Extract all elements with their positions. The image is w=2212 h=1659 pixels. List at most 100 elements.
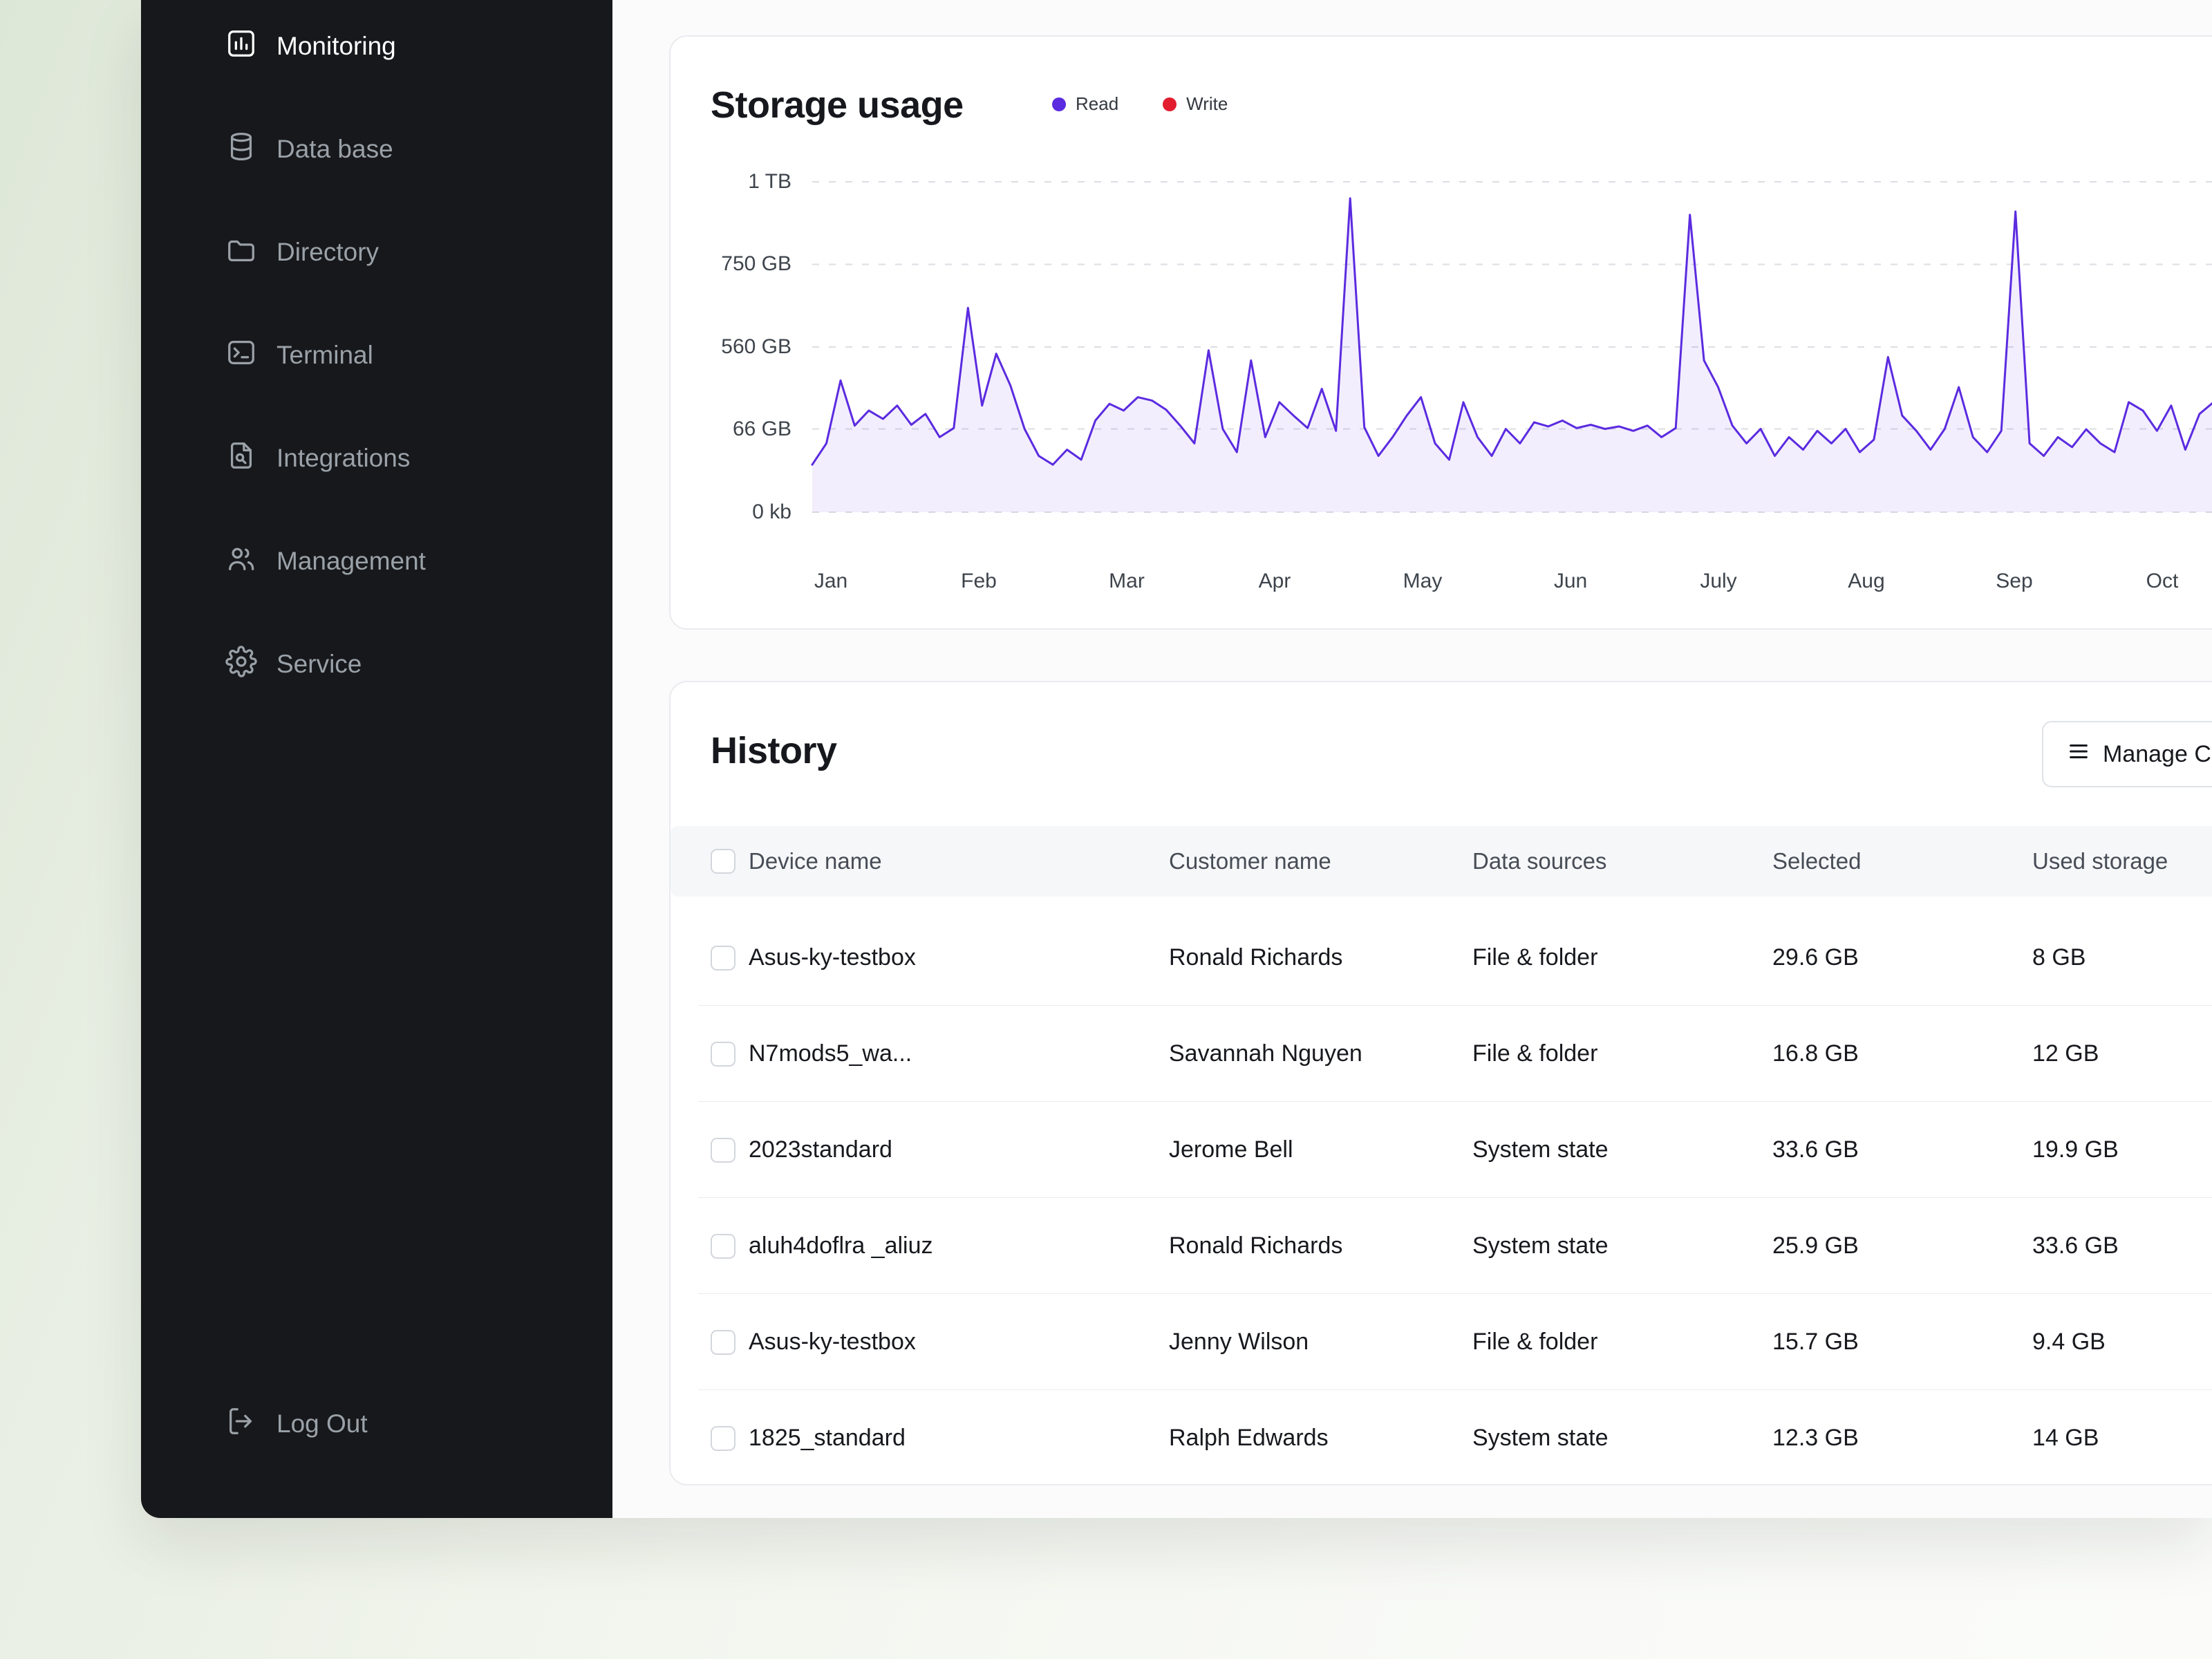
y-tick: 1 TB bbox=[748, 170, 791, 193]
cell-used: 14 GB bbox=[2032, 1425, 2099, 1451]
cell-selected: 15.7 GB bbox=[1772, 1329, 1859, 1355]
cell-source: System state bbox=[1472, 1136, 1609, 1163]
x-tick: Sep bbox=[1996, 570, 2033, 592]
table-row: Asus-ky-testbox Jenny Wilson File & fold… bbox=[671, 1294, 2212, 1390]
cell-customer: Savannah Nguyen bbox=[1169, 1040, 1362, 1067]
users-icon bbox=[225, 543, 257, 581]
y-tick: 0 kb bbox=[752, 500, 791, 523]
column-header-device: Device name bbox=[749, 848, 882, 874]
table-row: 2023standard Jerome Bell System state 33… bbox=[671, 1102, 2212, 1198]
logout-button[interactable]: Log Out bbox=[225, 1389, 585, 1459]
row-checkbox[interactable] bbox=[711, 1233, 735, 1259]
select-all-checkbox[interactable] bbox=[711, 849, 735, 874]
write-dot-icon bbox=[1163, 97, 1177, 111]
sidebar-item-label: Directory bbox=[276, 238, 379, 266]
sidebar-item-management[interactable]: Management bbox=[225, 527, 585, 596]
cell-used: 8 GB bbox=[2032, 944, 2086, 971]
table-row: N7mods5_wa... Savannah Nguyen File & fol… bbox=[671, 1006, 2212, 1102]
table-row: Asus-ky-testbox Ronald Richards File & f… bbox=[671, 910, 2212, 1006]
cell-customer: Jerome Bell bbox=[1169, 1136, 1293, 1163]
sidebar-item-label: Integrations bbox=[276, 444, 411, 472]
cell-used: 9.4 GB bbox=[2032, 1329, 2106, 1355]
file-search-icon bbox=[225, 440, 257, 478]
history-title: History bbox=[711, 730, 837, 771]
sidebar-item-service[interactable]: Service bbox=[225, 630, 585, 699]
table-header: Device name Customer name Data sources S… bbox=[671, 826, 2212, 897]
sidebar-item-directory[interactable]: Directory bbox=[225, 218, 585, 287]
column-header-used: Used storage bbox=[2032, 848, 2168, 874]
folder-icon bbox=[225, 234, 257, 272]
main-content: Storage usage Read Write 1 TB 750 GB 560… bbox=[612, 0, 2212, 1518]
x-tick: May bbox=[1403, 570, 1443, 592]
table-row: aluh4doflra _aliuz Ronald Richards Syste… bbox=[671, 1198, 2212, 1294]
cell-device: 1825_standard bbox=[749, 1425, 906, 1451]
cell-source: System state bbox=[1472, 1425, 1609, 1451]
column-header-source: Data sources bbox=[1472, 848, 1607, 874]
row-checkbox[interactable] bbox=[711, 1137, 735, 1163]
terminal-icon bbox=[225, 337, 257, 375]
column-header-selected: Selected bbox=[1772, 848, 1862, 874]
sidebar-item-label: Terminal bbox=[276, 341, 373, 369]
cell-customer: Jenny Wilson bbox=[1169, 1329, 1309, 1355]
gear-icon bbox=[225, 645, 257, 684]
legend-read: Read bbox=[1052, 93, 1118, 115]
x-tick: Mar bbox=[1109, 570, 1145, 592]
menu-lines-icon bbox=[2067, 740, 2090, 769]
storage-usage-card: Storage usage Read Write 1 TB 750 GB 560… bbox=[669, 35, 2212, 630]
manage-columns-button[interactable]: Manage C bbox=[2042, 721, 2212, 787]
sidebar-item-integrations[interactable]: Integrations bbox=[225, 424, 585, 493]
cell-source: System state bbox=[1472, 1232, 1609, 1259]
history-card: History Manage C Device name Customer na… bbox=[669, 681, 2212, 1485]
row-checkbox[interactable] bbox=[711, 1329, 735, 1355]
cell-device: Asus-ky-testbox bbox=[749, 944, 916, 971]
column-header-customer: Customer name bbox=[1169, 848, 1331, 874]
app-window: Monitoring Data base Directory Terminal … bbox=[141, 0, 2212, 1518]
cell-used: 33.6 GB bbox=[2032, 1232, 2119, 1259]
y-tick: 66 GB bbox=[732, 418, 791, 440]
cell-device: Asus-ky-testbox bbox=[749, 1329, 916, 1355]
cell-source: File & folder bbox=[1472, 944, 1598, 971]
cell-used: 19.9 GB bbox=[2032, 1136, 2119, 1163]
sidebar-item-database[interactable]: Data base bbox=[225, 115, 585, 184]
read-series-area bbox=[812, 198, 2212, 512]
cell-device: aluh4doflra _aliuz bbox=[749, 1232, 933, 1259]
desktop-backdrop: { "sidebar": { "items": [ { "label": "Mo… bbox=[0, 0, 2212, 1659]
table-row: 1825_standard Ralph Edwards System state… bbox=[671, 1390, 2212, 1486]
sidebar-item-label: Management bbox=[276, 547, 426, 575]
x-tick: Jun bbox=[1553, 570, 1588, 592]
x-tick: Aug bbox=[1848, 570, 1885, 592]
database-icon bbox=[225, 131, 257, 169]
cell-customer: Ralph Edwards bbox=[1169, 1425, 1329, 1451]
sidebar-item-monitoring[interactable]: Monitoring bbox=[225, 12, 585, 81]
sidebar: Monitoring Data base Directory Terminal … bbox=[141, 0, 612, 1518]
sidebar-item-label: Service bbox=[276, 650, 362, 678]
cell-customer: Ronald Richards bbox=[1169, 1232, 1343, 1259]
row-checkbox[interactable] bbox=[711, 945, 735, 971]
read-series-line bbox=[811, 197, 2212, 466]
row-checkbox[interactable] bbox=[711, 1425, 735, 1451]
logout-label: Log Out bbox=[276, 1409, 368, 1438]
y-tick: 560 GB bbox=[721, 335, 791, 358]
cell-selected: 16.8 GB bbox=[1772, 1040, 1859, 1067]
cell-used: 12 GB bbox=[2032, 1040, 2099, 1067]
x-tick: Feb bbox=[961, 570, 997, 592]
chart-legend: Read Write bbox=[1052, 93, 1228, 115]
cell-device: N7mods5_wa... bbox=[749, 1040, 912, 1067]
bar-chart-icon bbox=[225, 28, 257, 66]
cell-source: File & folder bbox=[1472, 1329, 1598, 1355]
logout-icon bbox=[225, 1405, 257, 1443]
x-tick: July bbox=[1700, 570, 1737, 592]
y-tick: 750 GB bbox=[721, 252, 791, 275]
read-dot-icon bbox=[1052, 97, 1066, 111]
cell-selected: 12.3 GB bbox=[1772, 1425, 1859, 1451]
cell-customer: Ronald Richards bbox=[1169, 944, 1343, 971]
row-checkbox[interactable] bbox=[711, 1041, 735, 1067]
manage-columns-label: Manage C bbox=[2103, 740, 2211, 767]
cell-source: File & folder bbox=[1472, 1040, 1598, 1067]
legend-write: Write bbox=[1163, 93, 1228, 115]
cell-selected: 33.6 GB bbox=[1772, 1136, 1859, 1163]
cell-selected: 25.9 GB bbox=[1772, 1232, 1859, 1259]
cell-selected: 29.6 GB bbox=[1772, 944, 1859, 971]
x-tick: Apr bbox=[1258, 570, 1291, 592]
sidebar-item-terminal[interactable]: Terminal bbox=[225, 321, 585, 390]
